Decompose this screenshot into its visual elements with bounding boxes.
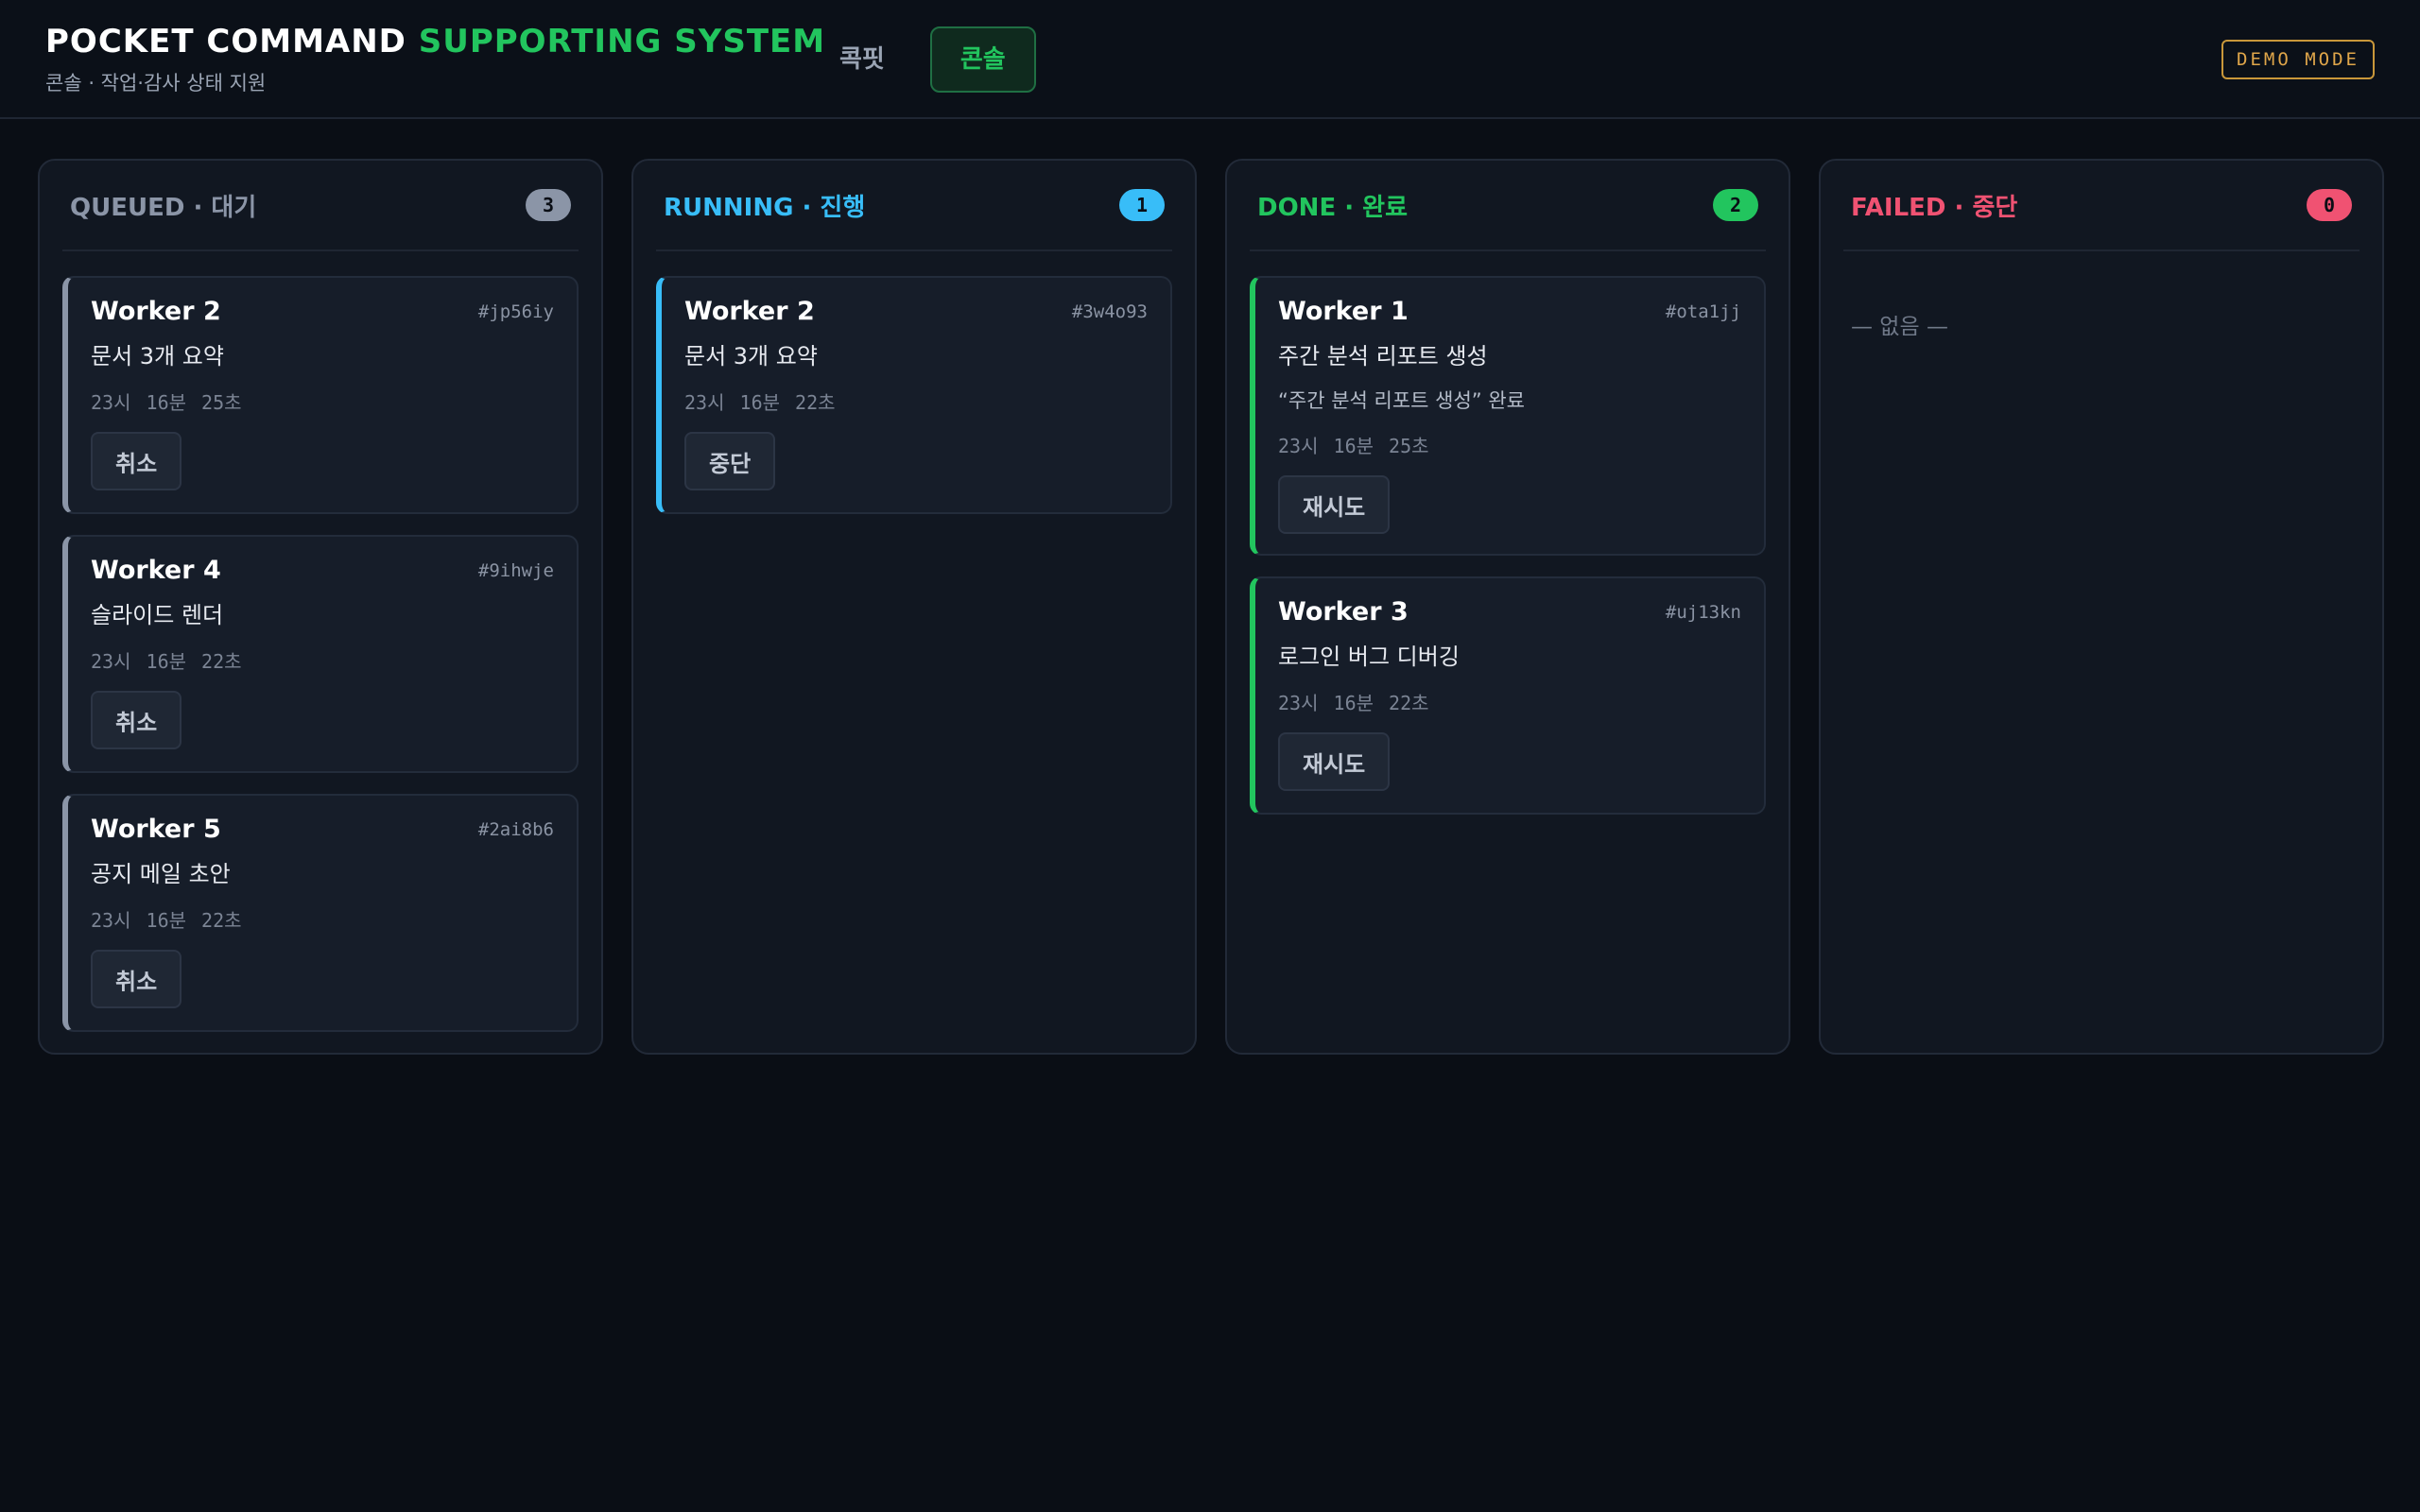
cancel-button[interactable]: 취소 <box>91 950 182 1008</box>
column-failed: FAILED · 중단 0 — 없음 — <box>1819 159 2384 1055</box>
job-timestamp: 23시 16분 25초 <box>91 391 242 414</box>
column-body: Worker 2 #3w4o93 문서 3개 요약 23시 16분 22초 중단 <box>656 251 1172 514</box>
column-done: DONE · 완료 2 Worker 1 #ota1jj 주간 분석 리포트 생성… <box>1225 159 1790 1055</box>
tab-cockpit[interactable]: 콕핏 <box>809 26 915 93</box>
job-id: #ota1jj <box>1665 301 1741 322</box>
column-title: FAILED · 중단 <box>1851 193 2018 222</box>
job-card: Worker 3 #uj13kn 로그인 버그 디버깅 23시 16분 22초 재… <box>1250 576 1766 815</box>
column-count-badge: 0 <box>2307 189 2352 221</box>
column-header: DONE · 완료 2 <box>1250 161 1766 251</box>
cancel-button[interactable]: 취소 <box>91 432 182 490</box>
demo-mode-badge: DEMO MODE <box>2221 40 2375 79</box>
app-title-accent: SUPPORTING SYSTEM <box>418 23 826 60</box>
brand: POCKET COMMAND SUPPORTING SYSTEM 콘솔 · 작업… <box>45 23 825 96</box>
column-body: — 없음 — <box>1843 251 2360 372</box>
retry-button[interactable]: 재시도 <box>1278 732 1391 791</box>
job-timestamp: 23시 16분 22초 <box>91 909 242 932</box>
worker-name: Worker 2 <box>684 297 815 326</box>
worker-name: Worker 5 <box>91 815 221 844</box>
job-timestamp: 23시 16분 22초 <box>684 391 836 414</box>
job-task: 공지 메일 초안 <box>91 861 231 887</box>
job-card: Worker 2 #3w4o93 문서 3개 요약 23시 16분 22초 중단 <box>656 276 1172 514</box>
column-title: QUEUED · 대기 <box>70 193 257 222</box>
worker-name: Worker 2 <box>91 297 221 326</box>
column-queued: QUEUED · 대기 3 Worker 2 #jp56iy 문서 3개 요약 2… <box>38 159 603 1055</box>
worker-name: Worker 4 <box>91 556 221 585</box>
column-title: RUNNING · 진행 <box>664 193 866 222</box>
main-nav: 콕핏 콘솔 <box>809 26 1036 93</box>
empty-state: — 없음 — <box>1851 315 1948 339</box>
column-count-badge: 3 <box>526 189 571 221</box>
job-task: 문서 3개 요약 <box>684 343 818 369</box>
worker-name: Worker 1 <box>1278 297 1409 326</box>
job-id: #3w4o93 <box>1071 301 1148 322</box>
job-task: 슬라이드 렌더 <box>91 602 224 628</box>
cancel-button[interactable]: 취소 <box>91 691 182 749</box>
job-id: #jp56iy <box>477 301 554 322</box>
app-header: POCKET COMMAND SUPPORTING SYSTEM 콘솔 · 작업… <box>0 0 2420 119</box>
job-timestamp: 23시 16분 25초 <box>1278 435 1429 457</box>
column-header: QUEUED · 대기 3 <box>62 161 579 251</box>
tab-console[interactable]: 콘솔 <box>929 26 1036 93</box>
job-card: Worker 4 #9ihwje 슬라이드 렌더 23시 16분 22초 취소 <box>62 535 579 773</box>
job-id: #9ihwje <box>477 559 554 581</box>
worker-name: Worker 3 <box>1278 597 1409 627</box>
column-body: Worker 1 #ota1jj 주간 분석 리포트 생성 “주간 분석 리포트 … <box>1250 251 1766 815</box>
app-subtitle: 콘솔 · 작업·감사 상태 지원 <box>45 72 267 94</box>
kanban-board: QUEUED · 대기 3 Worker 2 #jp56iy 문서 3개 요약 2… <box>38 159 2384 1055</box>
job-card: Worker 2 #jp56iy 문서 3개 요약 23시 16분 25초 취소 <box>62 276 579 514</box>
stop-button[interactable]: 중단 <box>684 432 776 490</box>
app-title: POCKET COMMAND SUPPORTING SYSTEM <box>45 23 825 60</box>
column-count-badge: 1 <box>1119 189 1165 221</box>
column-running: RUNNING · 진행 1 Worker 2 #3w4o93 문서 3개 요약 … <box>631 159 1197 1055</box>
job-timestamp: 23시 16분 22초 <box>91 650 242 673</box>
column-body: Worker 2 #jp56iy 문서 3개 요약 23시 16분 25초 취소 … <box>62 251 579 1032</box>
job-task: 문서 3개 요약 <box>91 343 224 369</box>
job-task: 로그인 버그 디버깅 <box>1278 644 1460 670</box>
job-card: Worker 5 #2ai8b6 공지 메일 초안 23시 16분 22초 취소 <box>62 794 579 1032</box>
job-id: #uj13kn <box>1665 601 1741 623</box>
column-header: FAILED · 중단 0 <box>1843 161 2360 251</box>
job-id: #2ai8b6 <box>477 818 554 840</box>
column-count-badge: 2 <box>1713 189 1758 221</box>
column-title: DONE · 완료 <box>1257 193 1409 222</box>
app-title-primary: POCKET COMMAND <box>45 23 419 60</box>
column-header: RUNNING · 진행 1 <box>656 161 1172 251</box>
retry-button[interactable]: 재시도 <box>1278 475 1391 534</box>
job-card: Worker 1 #ota1jj 주간 분석 리포트 생성 “주간 분석 리포트 … <box>1250 276 1766 556</box>
job-task: 주간 분석 리포트 생성 <box>1278 343 1488 369</box>
job-result: “주간 분석 리포트 생성” 완료 <box>1278 389 1525 412</box>
job-timestamp: 23시 16분 22초 <box>1278 692 1429 714</box>
